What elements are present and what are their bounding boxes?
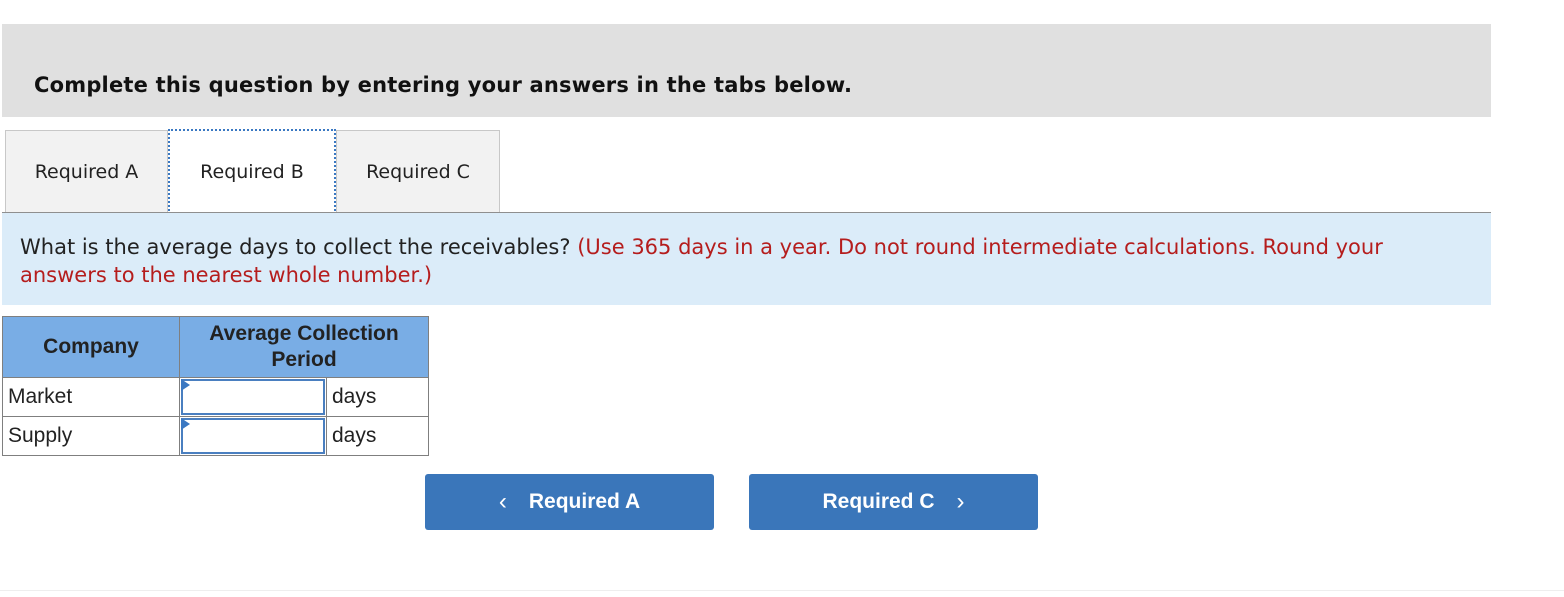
prev-button-label: Required A [528, 490, 641, 513]
unit-label: days [326, 377, 429, 417]
flag-icon [181, 418, 190, 430]
next-required-c-button[interactable]: Required C › [749, 474, 1038, 530]
instruction-text: Complete this question by entering your … [34, 73, 853, 97]
tab-required-b[interactable]: Required B [168, 129, 336, 215]
company-name: Market [2, 377, 180, 417]
tab-required-a[interactable]: Required A [5, 130, 168, 213]
chevron-right-icon: › [956, 488, 965, 515]
instruction-bar: Complete this question by entering your … [2, 24, 1491, 117]
question-text-block: What is the average days to collect the … [20, 233, 1460, 289]
header-company: Company [2, 316, 180, 378]
question-text: What is the average days to collect the … [20, 235, 571, 259]
table-row: Market days [2, 377, 429, 417]
supply-collection-period-input[interactable] [181, 418, 325, 454]
prev-required-a-button[interactable]: ‹ Required A [425, 474, 714, 530]
company-name: Supply [2, 416, 180, 456]
question-panel: What is the average days to collect the … [2, 213, 1491, 305]
table-row: Supply days [2, 416, 429, 456]
next-button-label: Required C [822, 490, 935, 513]
table-header-row: Company Average Collection Period [2, 316, 429, 378]
unit-label: days [326, 416, 429, 456]
tab-required-c[interactable]: Required C [336, 130, 500, 213]
market-collection-period-input[interactable] [181, 379, 325, 415]
input-cell [179, 416, 327, 456]
bottom-divider [0, 590, 1564, 591]
tab-bar: Required A Required B Required C [5, 129, 500, 215]
chevron-left-icon: ‹ [498, 488, 507, 515]
answer-table: Company Average Collection Period Market… [2, 316, 429, 456]
header-average-collection-period: Average Collection Period [179, 316, 429, 378]
input-cell [179, 377, 327, 417]
flag-icon [181, 379, 190, 391]
